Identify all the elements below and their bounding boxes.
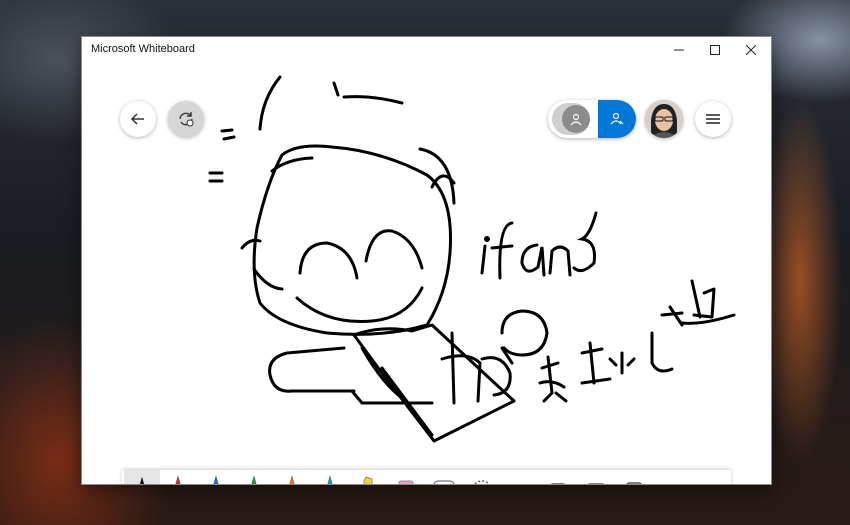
- back-button[interactable]: [120, 101, 156, 137]
- ink-toolbar: A: [122, 470, 731, 484]
- sticky-note-icon: [551, 483, 565, 484]
- image-icon: [588, 483, 604, 484]
- pen-black-tool[interactable]: [124, 470, 160, 484]
- sync-icon: [179, 112, 194, 127]
- back-arrow-icon: [130, 113, 144, 125]
- close-icon: [746, 45, 756, 55]
- toggle-left-knob: [562, 105, 590, 133]
- pen-icon: [251, 475, 257, 484]
- ruler-icon: [433, 480, 455, 484]
- highlighter-tool[interactable]: [350, 470, 386, 484]
- whiteboard-window: Microsoft Whiteboard: [82, 37, 771, 484]
- pen-icon: [213, 475, 219, 484]
- maximize-button[interactable]: [697, 37, 733, 63]
- pen-green-tool[interactable]: [236, 470, 272, 484]
- maximize-icon: [710, 45, 720, 55]
- close-button[interactable]: [733, 37, 769, 63]
- lasso-tool[interactable]: [464, 470, 500, 484]
- text-icon: A: [515, 482, 525, 485]
- pen-teal-tool[interactable]: [312, 470, 348, 484]
- undo-button[interactable]: [654, 470, 690, 484]
- pen-icon: [140, 477, 144, 484]
- pen-rainbow-tool[interactable]: [274, 470, 310, 484]
- person-icon: [570, 113, 582, 125]
- whiteboard-canvas[interactable]: A: [82, 63, 771, 484]
- pen-icon: [175, 475, 181, 484]
- redo-button[interactable]: [692, 470, 728, 484]
- window-title: Microsoft Whiteboard: [91, 43, 195, 55]
- pen-red-tool[interactable]: [160, 470, 196, 484]
- sticky-note-tool[interactable]: [540, 470, 576, 484]
- avatar-image: [645, 100, 683, 138]
- add-icon: [626, 482, 642, 484]
- pen-icon: [327, 475, 333, 484]
- hamburger-menu-icon: [706, 114, 720, 124]
- lasso-icon: [474, 480, 490, 484]
- highlighter-icon: [363, 476, 373, 484]
- toggle-right-segment[interactable]: [598, 100, 636, 138]
- minimize-icon: [674, 49, 684, 51]
- eraser-icon: [398, 480, 414, 484]
- pen-icon: [289, 475, 295, 484]
- title-bar: Microsoft Whiteboard: [82, 37, 771, 63]
- ruler-tool[interactable]: [426, 470, 462, 484]
- image-tool[interactable]: [578, 470, 614, 484]
- sync-button[interactable]: [168, 101, 204, 137]
- redo-icon: [702, 482, 718, 484]
- text-tool[interactable]: A: [502, 470, 538, 485]
- person-share-icon: [610, 112, 624, 125]
- add-tool[interactable]: [616, 470, 652, 484]
- user-avatar[interactable]: [645, 100, 683, 138]
- minimize-button[interactable]: [661, 37, 697, 63]
- undo-icon: [664, 482, 680, 484]
- menu-button[interactable]: [695, 101, 731, 137]
- share-toggle[interactable]: [548, 100, 636, 138]
- pen-blue-tool[interactable]: [198, 470, 234, 484]
- eraser-tool[interactable]: [388, 470, 424, 484]
